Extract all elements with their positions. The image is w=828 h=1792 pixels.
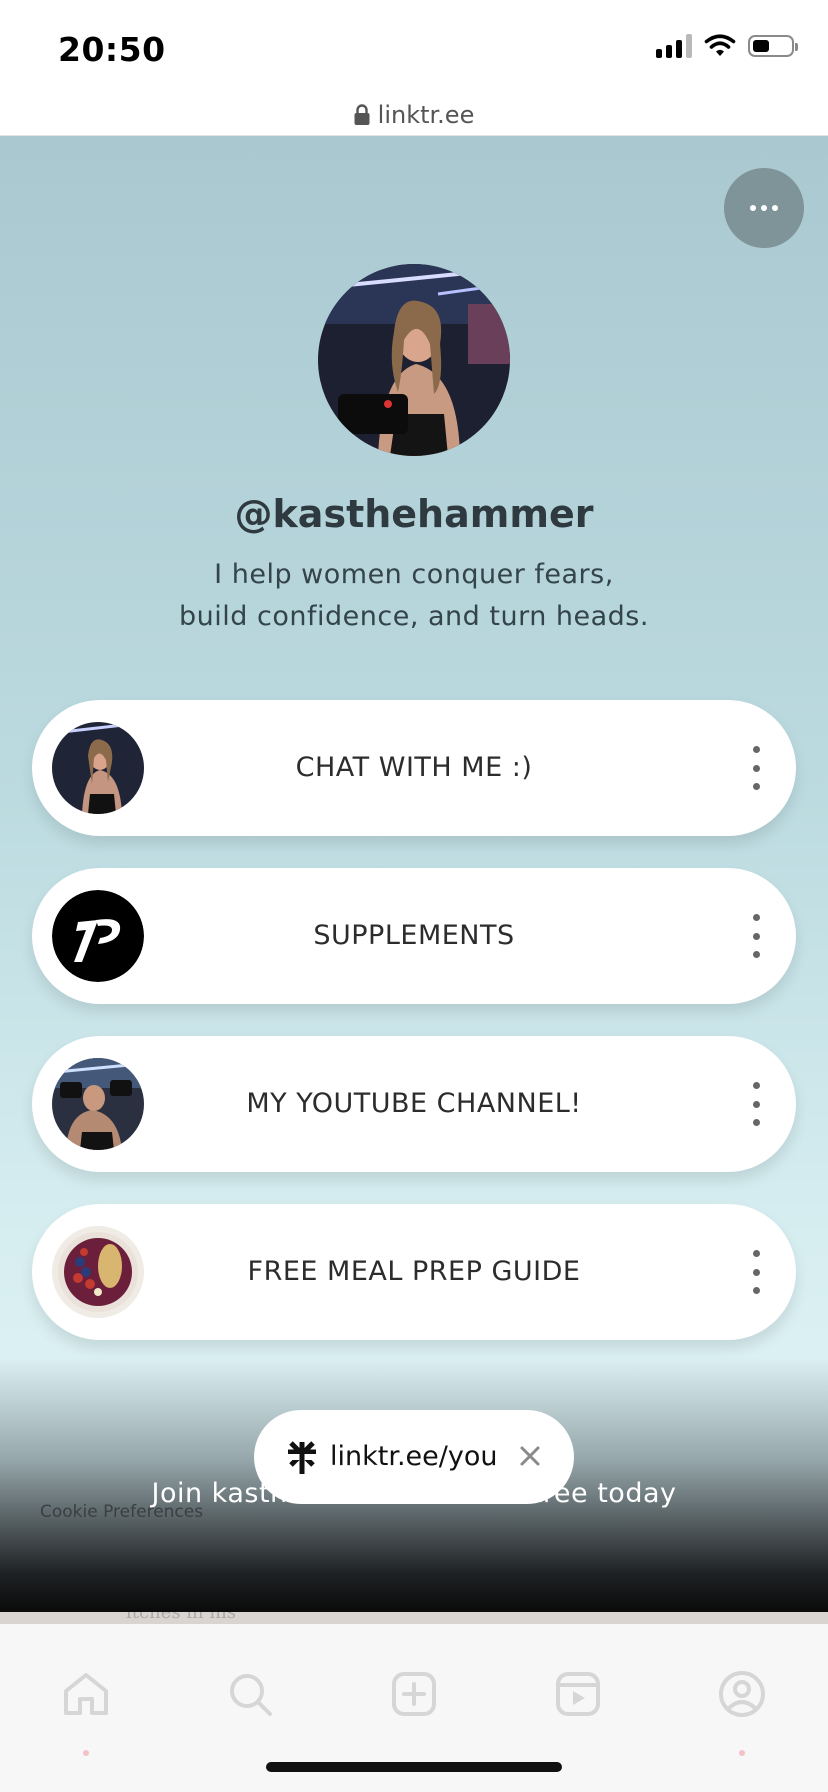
link-thumbnail-brand-logo [52, 890, 144, 982]
bio-line: build confidence, and turn heads. [179, 601, 649, 632]
tab-create[interactable] [384, 1664, 444, 1724]
reels-icon [556, 1672, 600, 1716]
notification-dot [83, 1750, 89, 1756]
search-icon [230, 1674, 272, 1716]
link-thumbnail-smoothie-bowl-photo [52, 1226, 144, 1318]
create-icon [392, 1672, 436, 1716]
lock-icon [354, 104, 370, 125]
link-options-icon[interactable] [746, 1250, 766, 1294]
home-icon [64, 1673, 108, 1715]
profile-icon [719, 1671, 765, 1717]
bio-line: I help women conquer fears, [214, 559, 614, 590]
link-thumbnail-profile-photo [52, 722, 144, 814]
link-options-icon[interactable] [746, 746, 766, 790]
link-label: MY YOUTUBE CHANNEL! [246, 1088, 582, 1119]
profile-username: @kasthehammer [234, 492, 594, 536]
more-options-button[interactable] [724, 168, 804, 248]
link-options-icon[interactable] [746, 1082, 766, 1126]
url-text: linktr.ee [377, 101, 475, 129]
linktree-page: @kasthehammer I help women conquer fears… [0, 136, 828, 1612]
tab-reels[interactable] [548, 1664, 608, 1724]
profile-bio: I help women conquer fears, build confid… [0, 554, 828, 638]
tab-search[interactable] [220, 1664, 280, 1724]
more-icon [750, 205, 778, 211]
link-label: FREE MEAL PREP GUIDE [247, 1256, 581, 1287]
home-indicator [266, 1762, 562, 1772]
signal-icon [656, 34, 692, 58]
tab-profile[interactable] [712, 1664, 772, 1756]
close-icon[interactable] [518, 1444, 542, 1468]
link-meal-prep-guide[interactable]: FREE MEAL PREP GUIDE [32, 1204, 796, 1340]
profile-avatar [318, 264, 510, 456]
link-options-icon[interactable] [746, 914, 766, 958]
tab-home[interactable] [56, 1664, 116, 1756]
status-bar: 20:50 [0, 0, 828, 95]
screen: 20:50 linktr.ee @kasthehammer I help wom… [0, 0, 828, 1792]
cookie-preferences-link[interactable]: Cookie Preferences [40, 1502, 203, 1522]
tab-bar [0, 1624, 828, 1792]
link-youtube-channel[interactable]: MY YOUTUBE CHANNEL! [32, 1036, 796, 1172]
link-label: CHAT WITH ME :) [295, 752, 533, 783]
link-thumbnail-gym-photo [52, 1058, 144, 1150]
wifi-icon [704, 34, 736, 56]
battery-icon [748, 35, 798, 57]
status-icons [656, 34, 798, 58]
notification-dot [739, 1750, 745, 1756]
url-bar[interactable]: linktr.ee [0, 95, 828, 136]
battery-level [753, 40, 769, 52]
link-label: SUPPLEMENTS [313, 920, 515, 951]
status-time: 20:50 [58, 30, 166, 69]
linktree-logo-icon [284, 1441, 320, 1474]
link-supplements[interactable]: SUPPLEMENTS [32, 868, 796, 1004]
background-text: ltches in his [126, 1612, 236, 1623]
background-content-strip: ltches in his [0, 1612, 828, 1624]
link-chat-with-me[interactable]: CHAT WITH ME :) [32, 700, 796, 836]
